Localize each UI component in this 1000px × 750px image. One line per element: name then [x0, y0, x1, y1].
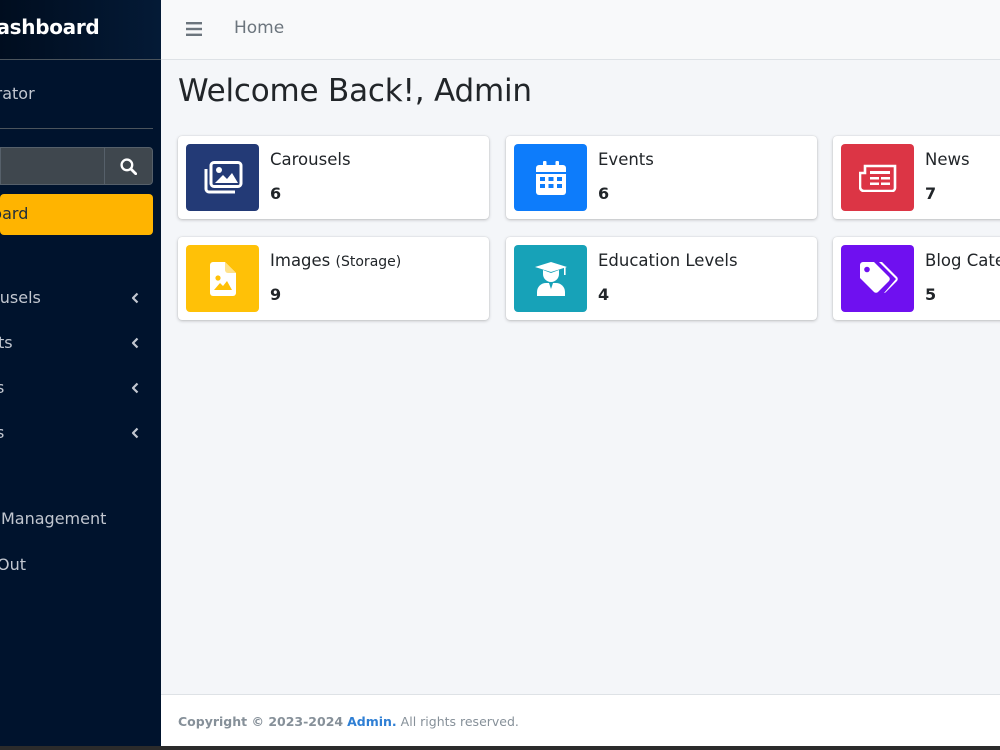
- info-box-icon: [514, 245, 587, 312]
- chevron-left-icon: [131, 382, 139, 394]
- sidebar-item-management[interactable]: Management: [0, 500, 153, 540]
- top-navbar: Home: [161, 0, 1000, 60]
- footer-copyright: Copyright © 2023-2024: [178, 714, 344, 729]
- footer: Copyright © 2023-2024 Admin. All rights …: [161, 694, 1000, 747]
- info-box-count: 6: [598, 184, 610, 203]
- info-box-count: 7: [925, 184, 937, 203]
- sidebar-search: [0, 147, 153, 185]
- info-box-icon: [841, 144, 914, 211]
- window-bottom-edge: [0, 746, 1000, 750]
- info-box-title-text: Images: [270, 251, 331, 270]
- info-box-icon: [186, 144, 259, 211]
- sidebar-item-dashboard[interactable]: hboard: [0, 194, 153, 235]
- sidebar-item-label: s: [0, 378, 5, 397]
- image-file-icon: [209, 261, 236, 296]
- sidebar: ur Dashboard inistrator hboard ousels ts…: [0, 0, 161, 746]
- chevron-left-icon: [131, 292, 139, 304]
- info-box-images[interactable]: Images (Storage) 9: [178, 237, 489, 320]
- info-box-title: Carousels: [270, 150, 351, 169]
- footer-rights: All rights reserved.: [400, 714, 519, 729]
- info-box-count: 5: [925, 285, 937, 304]
- info-box-education-levels[interactable]: Education Levels 4: [506, 237, 817, 320]
- chevron-left-icon: [131, 427, 139, 439]
- footer-text: Copyright © 2023-2024 Admin. All rights …: [178, 714, 519, 729]
- info-box-title: Images (Storage): [270, 251, 401, 270]
- footer-brand-link[interactable]: Admin.: [347, 714, 397, 729]
- sidebar-item-carousels[interactable]: ousels: [0, 279, 153, 319]
- brand-link[interactable]: ur Dashboard: [0, 0, 161, 60]
- images-icon: [204, 160, 242, 193]
- calendar-icon: [535, 160, 566, 195]
- search-icon: [120, 157, 137, 175]
- newspaper-icon: [858, 164, 896, 192]
- info-box-icon: [186, 245, 259, 312]
- sidebar-item-logout[interactable]: Out: [0, 546, 153, 586]
- info-box-title: Education Levels: [598, 251, 738, 270]
- info-box-subtitle: (Storage): [335, 254, 402, 270]
- page-title: Welcome Back!, Admin: [178, 73, 532, 109]
- info-box-blog-categories[interactable]: Blog Cate 5: [833, 237, 1000, 320]
- info-box-title: Blog Cate: [925, 251, 1000, 270]
- hamburger-menu-icon[interactable]: [186, 20, 202, 38]
- user-panel[interactable]: inistrator: [0, 60, 153, 129]
- info-box-icon: [841, 245, 914, 312]
- sidebar-item-label: Out: [0, 555, 27, 574]
- info-box-title: Events: [598, 150, 654, 169]
- sidebar-item-news[interactable]: s: [0, 369, 153, 409]
- info-box-icon: [514, 144, 587, 211]
- info-box-count: 6: [270, 184, 282, 203]
- sidebar-item-label: hboard: [0, 204, 29, 223]
- sidebar-item-label: ts: [0, 333, 13, 352]
- info-box-count: 4: [598, 285, 610, 304]
- info-box-count: 9: [270, 285, 282, 304]
- info-box-carousels[interactable]: Carousels 6: [178, 136, 489, 219]
- sidebar-item-label: s: [0, 423, 5, 442]
- nav-home-link[interactable]: Home: [234, 18, 284, 38]
- sidebar-item-events[interactable]: ts: [0, 324, 153, 364]
- sidebar-item-label: ousels: [0, 288, 41, 307]
- sidebar-item-blogs[interactable]: s: [0, 414, 153, 454]
- sidebar-search-button[interactable]: [104, 147, 153, 185]
- info-box-news[interactable]: News 7: [833, 136, 1000, 219]
- info-box-title: News: [925, 150, 970, 169]
- user-name[interactable]: inistrator: [0, 84, 35, 103]
- tags-icon: [859, 261, 898, 293]
- sidebar-search-input[interactable]: [0, 147, 104, 185]
- chevron-left-icon: [131, 337, 139, 349]
- info-box-events[interactable]: Events 6: [506, 136, 817, 219]
- graduate-icon: [534, 261, 567, 296]
- sidebar-item-label: Management: [1, 509, 107, 528]
- brand-text: ur Dashboard: [0, 15, 100, 39]
